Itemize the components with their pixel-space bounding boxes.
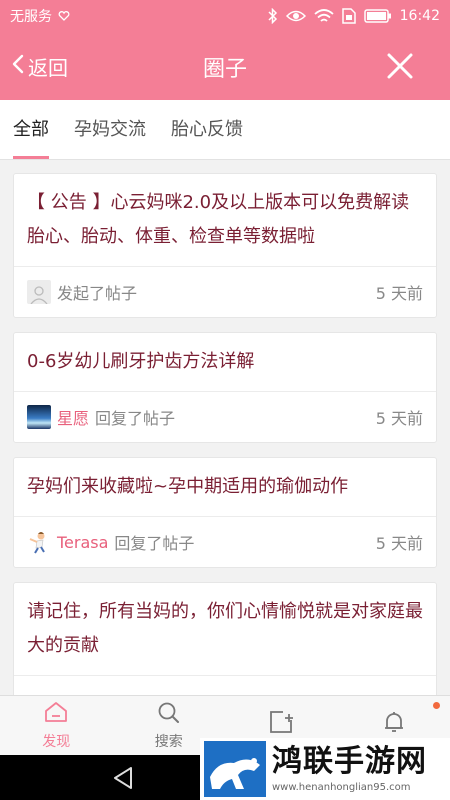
carrier-label: 无服务 bbox=[10, 9, 52, 25]
new-post-icon bbox=[269, 710, 294, 742]
post-title[interactable]: 【 公告 】心云妈咪2.0及以上版本可以免费解读胎心、胎动、体重、检查单等数据啦 bbox=[14, 174, 436, 267]
nav-search-label: 搜索 bbox=[154, 733, 183, 750]
post-time: 5 天前 bbox=[375, 409, 423, 428]
status-icons: 16:42 bbox=[268, 8, 440, 24]
battery-icon bbox=[363, 9, 392, 23]
post-title[interactable]: 孕妈们来收藏啦~孕中期适用的瑜伽动作 bbox=[14, 458, 436, 517]
category-tabs: 全部 孕妈交流 胎心反馈 bbox=[0, 100, 450, 160]
watermark-logo-icon bbox=[204, 741, 266, 797]
post-username[interactable]: Terasa bbox=[57, 533, 108, 552]
watermark: 鸿联手游网 www.henanhonglian95.com bbox=[200, 738, 450, 800]
wifi-icon bbox=[314, 8, 334, 24]
tab-fetal-heart-feedback[interactable]: 胎心反馈 bbox=[171, 100, 243, 159]
post-card[interactable]: 孕妈们来收藏啦~孕中期适用的瑜伽动作 Terasa 回复了帖子 5 天前 bbox=[13, 457, 437, 568]
post-action: 回复了帖子 bbox=[95, 409, 176, 428]
post-footer: 星愿 回复了帖子 5 天前 bbox=[14, 392, 436, 442]
system-back-icon[interactable] bbox=[112, 766, 134, 794]
post-feed[interactable]: 【 公告 】心云妈咪2.0及以上版本可以免费解读胎心、胎动、体重、检查单等数据啦… bbox=[0, 160, 450, 695]
post-title[interactable]: 0-6岁幼儿刷牙护齿方法详解 bbox=[14, 333, 436, 392]
post-action: 回复了帖子 bbox=[114, 534, 195, 553]
sim-card-icon bbox=[341, 8, 356, 24]
tab-pregnancy-exchange[interactable]: 孕妈交流 bbox=[74, 100, 146, 159]
cartoon-figure-avatar-icon[interactable] bbox=[27, 530, 51, 554]
heart-signal-icon bbox=[58, 10, 70, 22]
night-sky-avatar-icon[interactable] bbox=[27, 405, 51, 429]
search-icon bbox=[157, 701, 181, 731]
post-action: 发起了帖子 bbox=[57, 284, 138, 303]
post-card[interactable]: 【 公告 】心云妈咪2.0及以上版本可以免费解读胎心、胎动、体重、检查单等数据啦… bbox=[13, 173, 437, 318]
post-card[interactable]: 请记住，所有当妈的，你们心情愉悦就是对家庭最大的贡献 bbox=[13, 582, 437, 695]
default-avatar-icon[interactable] bbox=[27, 280, 51, 304]
nav-discover[interactable]: 发现 bbox=[0, 696, 113, 755]
carrier-group: 无服务 bbox=[10, 6, 70, 26]
eye-icon bbox=[285, 9, 306, 23]
home-icon bbox=[44, 701, 68, 731]
clock-label: 16:42 bbox=[399, 8, 440, 24]
post-username[interactable]: 星愿 bbox=[57, 405, 89, 429]
page-title: 圈子 bbox=[202, 57, 247, 82]
close-button[interactable] bbox=[386, 52, 414, 80]
bell-icon bbox=[382, 710, 406, 742]
tab-all[interactable]: 全部 bbox=[13, 100, 49, 159]
post-title[interactable]: 请记住，所有当妈的，你们心情愉悦就是对家庭最大的贡献 bbox=[14, 583, 436, 676]
post-time: 5 天前 bbox=[375, 534, 423, 553]
app-header: 返回 圈子 bbox=[0, 32, 450, 100]
post-card[interactable]: 0-6岁幼儿刷牙护齿方法详解 星愿 回复了帖子 5 天前 bbox=[13, 332, 437, 443]
nav-discover-label: 发现 bbox=[42, 733, 71, 750]
close-icon bbox=[386, 53, 414, 84]
post-footer: Terasa 回复了帖子 5 天前 bbox=[14, 517, 436, 567]
post-footer: 发起了帖子 5 天前 bbox=[14, 267, 436, 317]
status-bar: 无服务 16:42 bbox=[0, 0, 450, 32]
post-time: 5 天前 bbox=[375, 284, 423, 303]
bluetooth-icon bbox=[268, 8, 278, 24]
watermark-url: www.henanhonglian95.com bbox=[272, 782, 411, 793]
watermark-text: 鸿联手游网 www.henanhonglian95.com bbox=[272, 743, 427, 795]
watermark-title: 鸿联手游网 bbox=[272, 744, 427, 779]
notification-badge bbox=[433, 702, 440, 709]
post-footer bbox=[14, 676, 436, 695]
